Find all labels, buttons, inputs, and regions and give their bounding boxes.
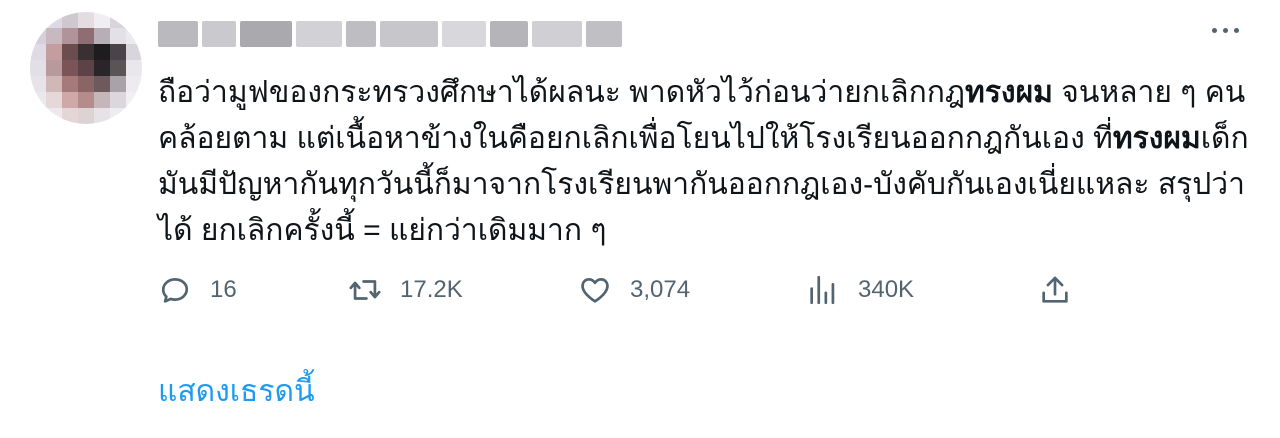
avatar-pixel [126,44,142,60]
show-thread-link[interactable]: แสดงเธรดนี้ [158,368,314,415]
avatar-pixel [30,76,46,92]
avatar-pixel [78,76,94,92]
avatar-pixel [62,44,78,60]
avatar-pixel [46,108,62,124]
tweet-actions: 16 17.2K 3,074 340K [158,270,1280,310]
retweet-icon [349,280,381,300]
avatar-pixel [126,76,142,92]
avatar-pixel [110,44,126,60]
avatar-pixel [94,92,110,108]
tweet-text-bold: ทรงผม [965,76,1053,109]
views-count: 340K [858,276,915,303]
avatar-pixel [126,28,142,44]
views-button[interactable]: 340K [806,270,914,310]
retweet-button[interactable]: 17.2K [348,270,463,310]
avatar-pixel [78,92,94,108]
heart-icon [581,278,609,303]
avatar-pixel [46,44,62,60]
more-icon [1212,28,1217,33]
avatar-pixel [126,60,142,76]
avatar[interactable] [30,12,142,124]
avatar-pixel [78,108,94,124]
retweet-count: 17.2K [400,276,463,303]
avatar-pixel [46,12,62,28]
avatar-pixel [62,28,78,44]
avatar-pixel [110,108,126,124]
like-count: 3,074 [630,276,691,303]
avatar-pixel [30,44,46,60]
views-icon [810,275,835,305]
avatar-pixel [30,108,46,124]
share-button[interactable] [1038,270,1072,310]
author-name[interactable] [158,14,622,54]
avatar-pixel [46,76,62,92]
avatar-pixel [30,28,46,44]
avatar-pixel [110,76,126,92]
avatar-pixel [62,76,78,92]
avatar-pixel [94,44,110,60]
share-icon [1042,276,1068,303]
avatar-pixel [62,12,78,28]
avatar-pixel [94,28,110,44]
reply-button[interactable]: 16 [158,270,237,310]
tweet-text-part: ถือว่ามูฟของกระทรวงศึกษาได้ผลนะ พาดหัวไว… [158,76,966,109]
avatar-pixel [46,28,62,44]
avatar-pixel [46,60,62,76]
avatar-pixel [46,92,62,108]
avatar-pixel [30,92,46,108]
avatar-pixel [126,108,142,124]
tweet-text: ถือว่ามูฟของกระทรวงศึกษาได้ผลนะ พาดหัวไว… [158,70,1258,254]
avatar-pixel [30,60,46,76]
avatar-pixel [110,12,126,28]
avatar-pixel [126,12,142,28]
more-options-button[interactable] [1212,28,1239,33]
avatar-pixel [78,28,94,44]
avatar-pixel [94,12,110,28]
like-button[interactable]: 3,074 [578,270,690,310]
avatar-pixel [62,60,78,76]
avatar-pixel [30,12,46,28]
avatar-pixel [78,12,94,28]
avatar-pixel [110,60,126,76]
avatar-pixel [94,76,110,92]
reply-icon [161,278,189,303]
reply-count: 16 [210,276,237,303]
avatar-pixel [110,28,126,44]
avatar-pixel [94,60,110,76]
avatar-pixel [62,92,78,108]
avatar-pixel [110,92,126,108]
tweet-text-bold: ทรงผม [1112,122,1201,155]
avatar-pixel [78,44,94,60]
avatar-pixel [62,108,78,124]
avatar-pixel [126,92,142,108]
avatar-pixel [78,60,94,76]
avatar-pixel [94,108,110,124]
